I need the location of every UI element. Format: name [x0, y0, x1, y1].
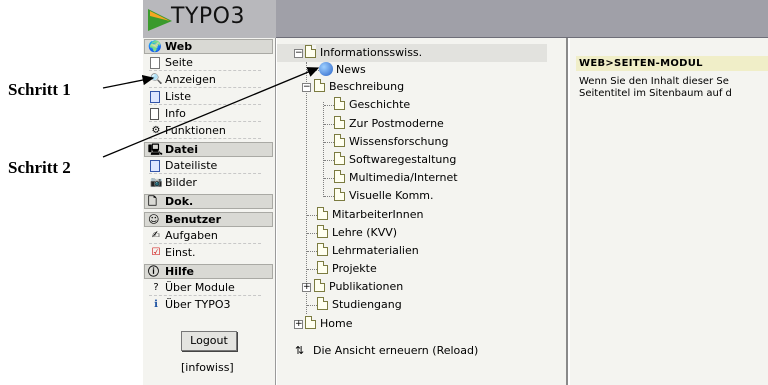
- annotation-arrows: [102, 67, 320, 158]
- step-1-arrow: [102, 74, 155, 89]
